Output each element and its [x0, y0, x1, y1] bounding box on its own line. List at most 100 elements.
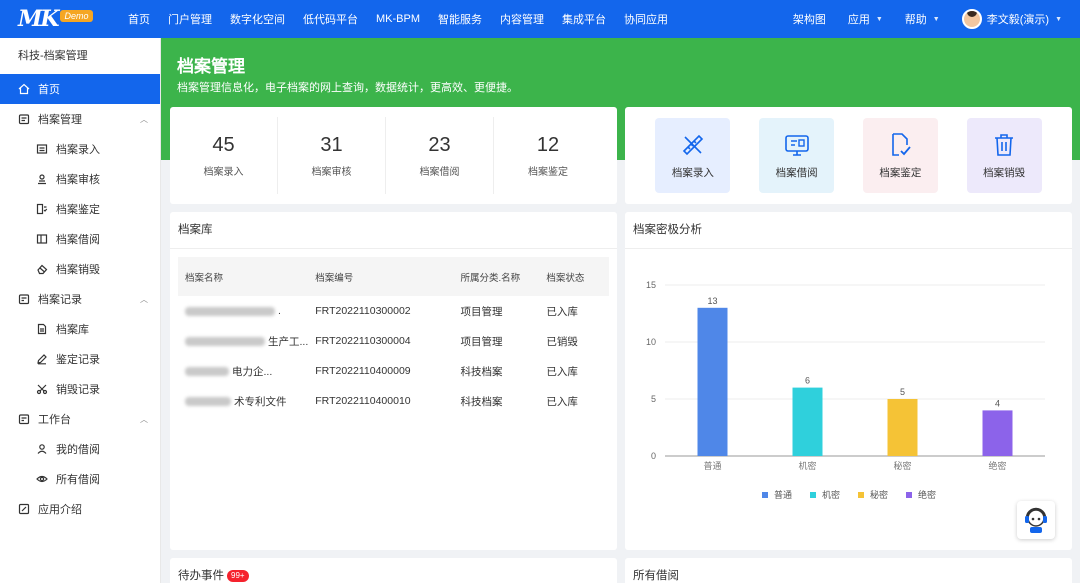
- sidebar-item[interactable]: 鉴定记录: [0, 344, 160, 374]
- stat-label: 档案审核: [311, 166, 352, 178]
- sidebar-item[interactable]: 档案销毁: [0, 254, 160, 284]
- top-right-menu: 架构图 应用 ▼ 帮助 ▼ 李文毅(演示) ▼: [771, 0, 1062, 38]
- logo-text: MK: [18, 6, 60, 32]
- caret-down-icon: ▼: [1055, 15, 1062, 23]
- apps-label: 应用: [847, 14, 870, 26]
- quick-action-label: 档案录入: [671, 167, 714, 179]
- quick-actions-card: 档案录入 档案借阅 档案鉴定 档案销毁: [625, 107, 1072, 204]
- record-icon: [18, 293, 30, 305]
- sidebar-item[interactable]: 档案审核: [0, 164, 160, 194]
- sidebar-item[interactable]: 所有借阅: [0, 464, 160, 494]
- legend-swatch: [810, 492, 816, 498]
- help-dropdown[interactable]: 帮助 ▼: [905, 11, 940, 27]
- sidebar-item-label: 档案借阅: [56, 234, 100, 246]
- top-nav-item[interactable]: 门户管理: [168, 11, 212, 27]
- top-nav-item[interactable]: 协同应用: [624, 11, 668, 27]
- quick-action-button[interactable]: 档案借阅: [759, 118, 835, 193]
- redacted-text: [185, 367, 229, 377]
- archive-status: 已入库: [546, 365, 578, 378]
- quick-action-button[interactable]: 档案录入: [655, 118, 731, 193]
- caret-down-icon: ▼: [875, 15, 883, 23]
- quick-action-label: 档案销毁: [983, 167, 1026, 179]
- trash-icon: [990, 131, 1018, 159]
- assistant-button[interactable]: [1017, 501, 1055, 539]
- sidebar-item[interactable]: 档案借阅: [0, 224, 160, 254]
- sidebar: 科技-档案管理 首页 档案管理 ︿ 档案录入 档案审核 档案鉴定 档案借阅 档案销毁 档案记录 ︿…: [0, 38, 161, 583]
- archive-code: FRT2022110300004: [315, 335, 411, 347]
- archive-code: FRT2022110400010: [315, 395, 411, 407]
- archive-category: 科技档案: [460, 395, 503, 408]
- quick-action-button[interactable]: 档案鉴定: [862, 118, 938, 193]
- chart-title: 档案密极分析: [625, 212, 1072, 249]
- sidebar-item-label: 档案记录: [38, 294, 82, 306]
- top-nav-item[interactable]: 内容管理: [500, 11, 544, 27]
- sidebar-item[interactable]: 销毁记录: [0, 374, 160, 404]
- y-tick-label: 0: [651, 451, 656, 461]
- bar: [887, 399, 918, 456]
- archive-category: 项目管理: [460, 335, 503, 348]
- stat-value: 45: [212, 133, 235, 156]
- legend-swatch: [858, 492, 864, 498]
- table-row[interactable]: . FRT2022110300002 项目管理 已入库: [178, 296, 609, 326]
- sidebar-item[interactable]: 档案鉴定: [0, 194, 160, 224]
- quick-action-button[interactable]: 档案销毁: [966, 118, 1042, 193]
- stats-card: 45 档案录入 31 档案审核 23 档案借阅 12 档案鉴定: [170, 107, 617, 204]
- architecture-link[interactable]: 架构图: [793, 11, 826, 27]
- legend-swatch: [906, 492, 912, 498]
- archive-name: 电力企...: [232, 365, 273, 378]
- stat-item[interactable]: 12 档案鉴定: [494, 117, 602, 194]
- audit-icon: [36, 173, 48, 185]
- archive-category: 科技档案: [460, 365, 503, 378]
- monitor-icon: [783, 131, 811, 159]
- sidebar-item[interactable]: 首页: [0, 74, 160, 104]
- sidebar-item[interactable]: 档案记录 ︿: [0, 284, 160, 314]
- bar: [982, 410, 1013, 456]
- logo-badge: Demo: [60, 10, 93, 22]
- sidebar-item-label: 档案管理: [38, 114, 82, 126]
- desk-icon: [18, 413, 30, 425]
- column-header: 档案名称: [178, 257, 309, 296]
- table-row[interactable]: 生产工... FRT2022110300004 项目管理 已销毁: [178, 326, 609, 356]
- name-cell: 术专利文件: [178, 386, 308, 416]
- top-nav-item[interactable]: 数字化空间: [230, 11, 285, 27]
- name-cell: 生产工...: [178, 326, 308, 356]
- sidebar-item[interactable]: 档案库: [0, 314, 160, 344]
- chevron-up-icon: ︿: [140, 414, 148, 424]
- user-menu[interactable]: 李文毅(演示) ▼: [961, 9, 1062, 29]
- chart-card: 档案密极分析 0 5 10 15 13 普通 6 机密 5 秘密 4 绝密 普通 机密 秘密 绝密: [625, 212, 1072, 550]
- sidebar-item-label: 首页: [38, 84, 60, 96]
- sidebar-item[interactable]: 档案录入: [0, 134, 160, 164]
- top-nav-item[interactable]: 低代码平台: [303, 11, 358, 27]
- table-row[interactable]: 术专利文件 FRT2022110400010 科技档案 已入库: [178, 386, 609, 416]
- top-nav-item[interactable]: MK-BPM: [376, 13, 420, 25]
- archive-category: 项目管理: [460, 305, 503, 318]
- table-row[interactable]: 电力企... FRT2022110400009 科技档案 已入库: [178, 356, 609, 386]
- top-nav-item[interactable]: 智能服务: [438, 11, 482, 27]
- stat-item[interactable]: 31 档案审核: [278, 117, 386, 194]
- apps-dropdown[interactable]: 应用 ▼: [848, 11, 883, 27]
- sidebar-item[interactable]: 我的借阅: [0, 434, 160, 464]
- archive-status: 已入库: [546, 395, 578, 408]
- name-cell: 电力企...: [178, 356, 308, 386]
- logo[interactable]: MK Demo: [18, 6, 116, 32]
- name-cell: .: [178, 296, 308, 326]
- top-nav-item[interactable]: 集成平台: [562, 11, 606, 27]
- archive-status: 已销毁: [546, 335, 578, 348]
- x-tick-label: 绝密: [988, 460, 1006, 471]
- stat-label: 档案鉴定: [528, 166, 568, 178]
- sidebar-item[interactable]: 档案管理 ︿: [0, 104, 160, 134]
- sidebar-item-label: 档案录入: [56, 144, 100, 156]
- user-icon: [36, 443, 48, 455]
- page-title: 档案管理: [177, 57, 245, 76]
- sidebar-item[interactable]: 应用介绍: [0, 494, 160, 524]
- top-nav-item[interactable]: 首页: [128, 11, 150, 27]
- library-card: 档案库 档案名称 档案编号 所属分类.名称 档案状态 . FRT202211030000…: [170, 212, 617, 550]
- legend-label: 机密: [822, 489, 840, 500]
- stat-item[interactable]: 23 档案借阅: [386, 117, 494, 194]
- sidebar-item[interactable]: 工作台 ︿: [0, 404, 160, 434]
- stat-item[interactable]: 45 档案录入: [170, 117, 278, 194]
- redacted-text: [185, 306, 275, 316]
- x-tick-label: 机密: [798, 460, 816, 471]
- todo-title-text: 待办事件: [178, 570, 224, 582]
- chevron-up-icon: ︿: [140, 114, 148, 124]
